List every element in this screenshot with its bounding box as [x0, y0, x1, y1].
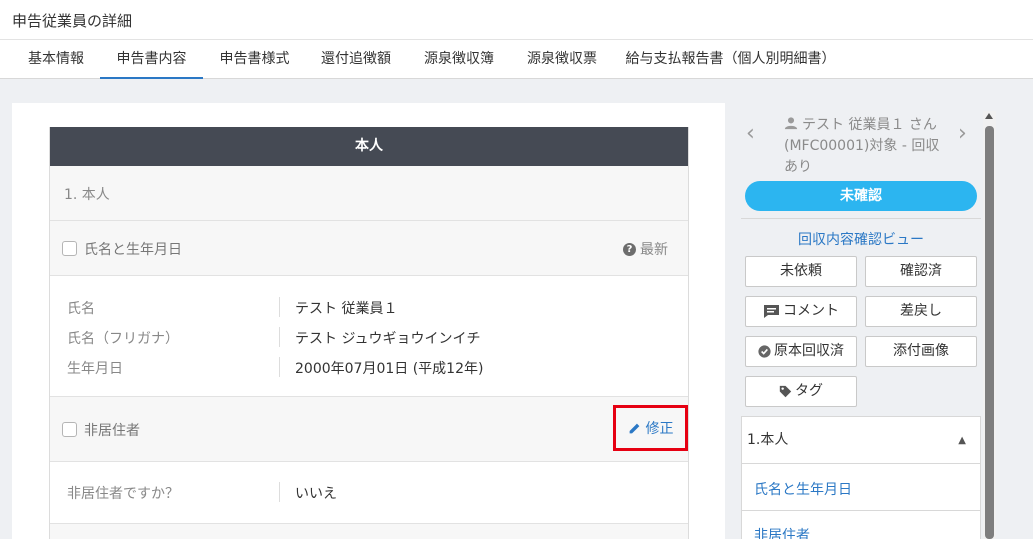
section-accordion: 1.本人 ▲ 氏名と生年月日 非居住者 — [741, 416, 981, 539]
review-side-panel: ‹ テスト 従業員１ さん (MFC00001)対象 - 回収あり › 未確認 … — [736, 103, 981, 539]
page-title: 申告従業員の詳細 — [12, 12, 133, 30]
edit-label: 修正 — [645, 421, 674, 437]
content-panel: 本人 1. 本人 氏名と生年月日 ? 最新 氏名 テスト 従業員１ 氏名（フリガ… — [12, 103, 725, 539]
check-circle-icon — [758, 345, 771, 358]
name-birth-header-row: 氏名と生年月日 ? 最新 — [50, 221, 688, 276]
tab-withholding-ledger[interactable]: 源泉徴収簿 — [412, 40, 506, 79]
field-label-non-resident: 非居住者ですか？ — [67, 486, 179, 502]
field-label-name: 氏名 — [67, 301, 95, 317]
tab-declaration-content[interactable]: 申告書内容 — [100, 40, 203, 79]
name-birth-label: 氏名と生年月日 — [84, 242, 182, 258]
non-resident-label: 非居住者 — [84, 423, 140, 439]
tab-withholding-slip[interactable]: 源泉徴収票 — [515, 40, 609, 79]
field-separator — [279, 482, 280, 502]
caret-up-icon: ▲ — [958, 435, 966, 446]
status-badge[interactable]: 未確認 — [745, 181, 977, 211]
non-resident-fields: 非居住者ですか？ いいえ — [50, 462, 688, 524]
section-title: 1. 本人 — [64, 187, 110, 203]
not-requested-button[interactable]: 未依頼 — [745, 256, 857, 287]
previous-employee-icon[interactable]: ‹ — [746, 121, 755, 146]
card-header: 本人 — [50, 127, 688, 166]
field-value-name: テスト 従業員１ — [295, 301, 398, 317]
next-employee-icon[interactable]: › — [958, 121, 967, 146]
help-icon: ? — [623, 242, 636, 256]
not-requested-label: 未依頼 — [780, 263, 822, 279]
accordion-header[interactable]: 1.本人 ▲ — [742, 417, 980, 464]
comment-label: コメント — [783, 303, 839, 319]
non-resident-header-row: 非居住者 修正 — [50, 397, 688, 462]
send-back-button[interactable]: 差戻し — [865, 296, 977, 327]
original-collected-label: 原本回収済 — [774, 343, 844, 359]
declaration-card: 本人 1. 本人 氏名と生年月日 ? 最新 氏名 テスト 従業員１ 氏名（フリガ… — [49, 127, 689, 539]
edit-button[interactable]: 修正 — [613, 405, 688, 451]
field-value-non-resident: いいえ — [295, 486, 337, 502]
latest-label: 最新 — [640, 242, 668, 258]
section-row: 1. 本人 — [50, 166, 688, 221]
tab-bar: 基本情報 申告書内容 申告書様式 還付追徴額 源泉徴収簿 源泉徴収票 給与支払報… — [0, 40, 1033, 79]
review-view-link[interactable]: 回収内容確認ビュー — [741, 229, 981, 249]
original-collected-button[interactable]: 原本回収済 — [745, 336, 857, 367]
tab-refund-amount[interactable]: 還付追徴額 — [309, 40, 403, 79]
employee-info: テスト 従業員１ さん (MFC00001)対象 - 回収あり — [784, 115, 944, 178]
name-birth-fields: 氏名 テスト 従業員１ 氏名（フリガナ） テスト ジュウギョウインイチ 生年月日… — [50, 276, 688, 397]
accordion-title: 1.本人 — [747, 432, 789, 448]
divider — [742, 510, 980, 511]
tab-basic-info[interactable]: 基本情報 — [16, 40, 96, 79]
next-section-row — [50, 524, 688, 539]
person-icon — [784, 117, 798, 130]
field-value-birthdate: 2000年07月01日 (平成12年) — [295, 361, 484, 377]
scrollbar[interactable] — [983, 111, 996, 539]
tag-label: タグ — [795, 383, 823, 399]
attached-image-label: 添付画像 — [893, 343, 949, 359]
attached-image-button[interactable]: 添付画像 — [865, 336, 977, 367]
name-birth-checkbox[interactable] — [62, 241, 77, 256]
latest-indicator: ? 最新 — [623, 239, 668, 259]
tag-button[interactable]: タグ — [745, 376, 857, 407]
employee-text: テスト 従業員１ さん (MFC00001)対象 - 回収あり — [784, 117, 940, 175]
accordion-item-non-resident[interactable]: 非居住者 — [742, 525, 980, 539]
scroll-up-icon[interactable] — [985, 113, 993, 119]
field-separator — [279, 297, 280, 317]
field-label-birthdate: 生年月日 — [67, 361, 123, 377]
comment-button[interactable]: コメント — [745, 296, 857, 327]
pencil-icon — [629, 423, 639, 433]
divider — [741, 218, 981, 219]
send-back-label: 差戻し — [900, 303, 942, 319]
comment-icon — [764, 305, 779, 318]
tab-salary-payment-report[interactable]: 給与支払報告書（個人別明細書） — [618, 40, 843, 79]
confirmed-button[interactable]: 確認済 — [865, 256, 977, 287]
scrollbar-thumb[interactable] — [985, 126, 994, 539]
confirmed-label: 確認済 — [900, 263, 942, 279]
top-bar: 申告従業員の詳細 — [0, 0, 1033, 40]
accordion-item-name-birth[interactable]: 氏名と生年月日 — [742, 479, 980, 499]
tab-declaration-format[interactable]: 申告書様式 — [206, 40, 303, 79]
field-separator — [279, 357, 280, 377]
non-resident-checkbox[interactable] — [62, 422, 77, 437]
field-separator — [279, 327, 280, 347]
tag-icon — [779, 385, 792, 398]
field-value-furigana: テスト ジュウギョウインイチ — [295, 331, 481, 347]
field-label-furigana: 氏名（フリガナ） — [67, 331, 179, 347]
